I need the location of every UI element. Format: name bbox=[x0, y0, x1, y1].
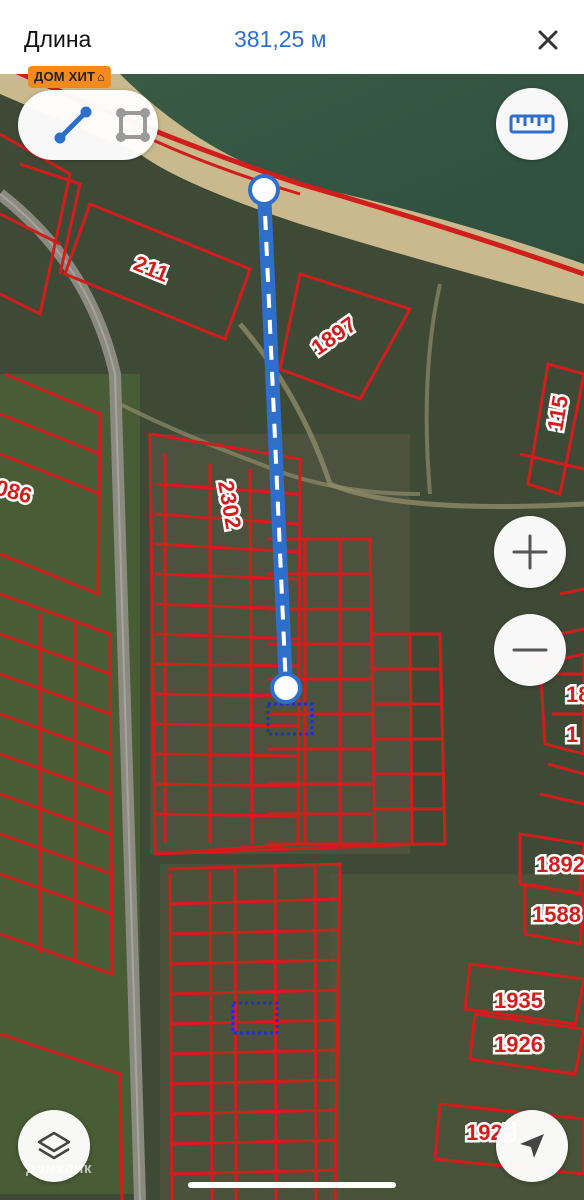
measure-value: 381,25 м bbox=[234, 26, 327, 52]
close-icon bbox=[538, 30, 558, 50]
measure-start-handle[interactable] bbox=[248, 174, 280, 206]
home-indicator[interactable] bbox=[188, 1182, 396, 1188]
parcel-label-1892: 1892 bbox=[536, 852, 584, 877]
measure-mode-toggle bbox=[18, 90, 158, 160]
navigation-arrow-icon bbox=[520, 1134, 544, 1158]
line-measure-icon bbox=[54, 106, 92, 144]
measure-label: Длина bbox=[24, 26, 92, 52]
locate-button[interactable] bbox=[496, 1110, 568, 1182]
brand-badge: ДОМ ХИТ ⌂ bbox=[28, 66, 111, 88]
parcel-label-1935: 1935 bbox=[494, 988, 543, 1013]
parcel-label-1588: 1588 bbox=[532, 902, 581, 927]
zoom-out-button[interactable] bbox=[494, 614, 566, 686]
brand-watermark: домклик bbox=[26, 1160, 92, 1177]
ruler-icon bbox=[509, 114, 555, 134]
minus-icon bbox=[512, 648, 548, 652]
area-mode-button[interactable] bbox=[108, 100, 158, 150]
measure-end-handle[interactable] bbox=[270, 672, 302, 704]
brand-badge-label: ДОМ ХИТ bbox=[34, 69, 96, 84]
ruler-button[interactable] bbox=[496, 88, 568, 160]
line-mode-button[interactable] bbox=[48, 100, 98, 150]
area-measure-icon bbox=[116, 108, 150, 142]
zoom-in-button[interactable] bbox=[494, 516, 566, 588]
plus-icon bbox=[512, 534, 548, 570]
measure-header: Длина 381,25 м bbox=[0, 0, 584, 74]
parcel-label-1: 1 bbox=[566, 722, 578, 747]
parcel-label-1926: 1926 bbox=[494, 1032, 543, 1057]
close-button[interactable] bbox=[530, 22, 566, 58]
parcel-label-18: 18 bbox=[566, 682, 584, 707]
house-icon: ⌂ bbox=[97, 70, 105, 84]
